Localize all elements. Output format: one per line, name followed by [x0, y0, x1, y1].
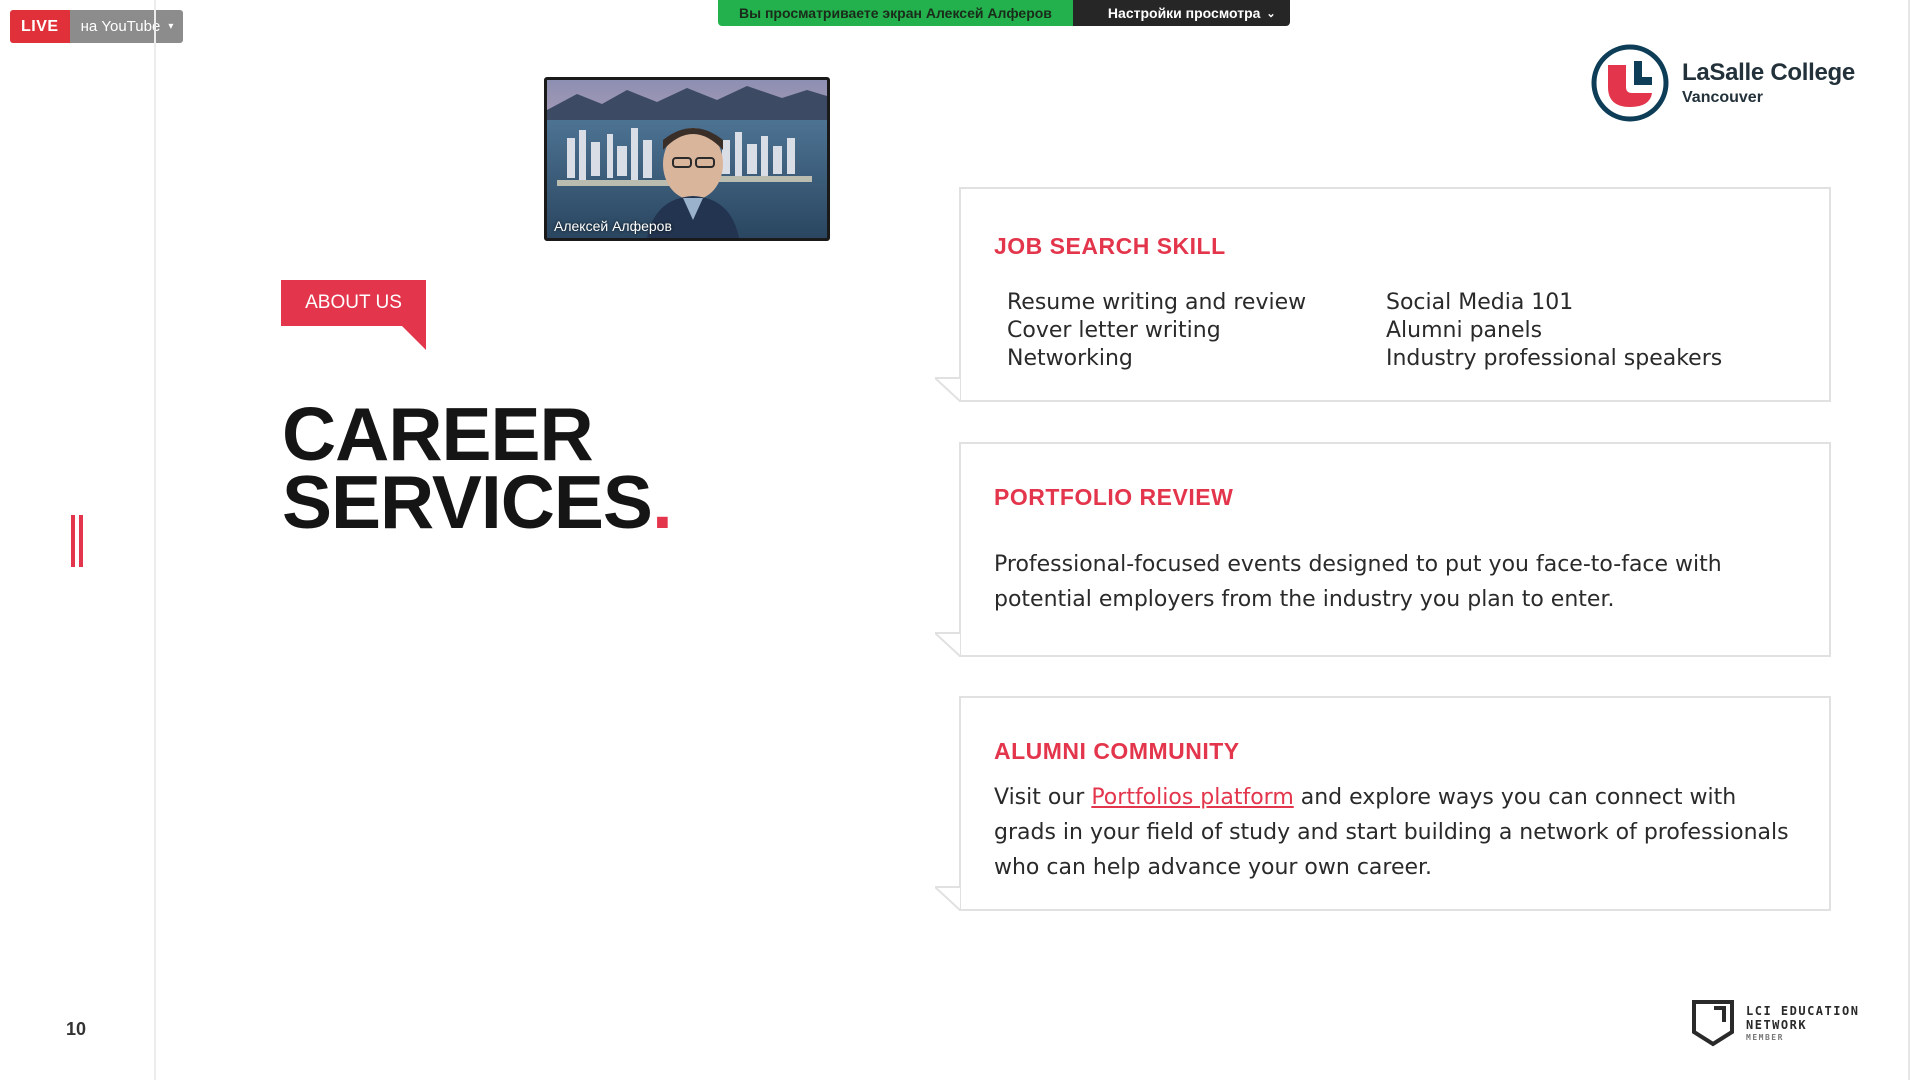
list-item: Social Media 101	[1386, 290, 1574, 315]
logo-text: LaSalle College Vancouver	[1682, 59, 1855, 107]
about-us-tag: ABOUT US	[281, 280, 426, 326]
view-options-label: Настройки просмотра	[1107, 5, 1261, 21]
live-destination-dropdown[interactable]: на YouTube ▾	[69, 10, 184, 43]
list-item: Resume writing and review	[1007, 290, 1307, 315]
job-search-list-right: Social Media 101 Alumni panels Industry …	[1386, 289, 1722, 373]
title-accent-dot: .	[651, 460, 673, 544]
alumni-community-body: Visit our Portfolios platform and explor…	[994, 780, 1804, 885]
card-notch	[935, 632, 961, 657]
job-search-heading: JOB SEARCH SKILL	[994, 233, 1226, 259]
participant-name: Алексей Алферов	[554, 218, 672, 234]
live-stream-badge[interactable]: LIVE на YouTube ▾	[10, 10, 184, 43]
screen-share-bar: Вы просматриваете экран Алексей Алферов …	[718, 0, 1290, 26]
rail-mark	[79, 515, 83, 567]
list-item: Alumni panels	[1386, 318, 1543, 343]
list-item: Networking	[1007, 346, 1133, 371]
slide-left-rail	[154, 0, 156, 1080]
live-destination-label: на YouTube	[80, 18, 161, 35]
title-line-2: SERVICES.	[282, 465, 673, 540]
rail-accent-marks	[71, 515, 85, 567]
title-line-1: CAREER	[282, 392, 594, 476]
live-label: LIVE	[10, 10, 70, 43]
portfolios-platform-link[interactable]: Portfolios platform	[1091, 785, 1293, 810]
alumni-community-heading: ALUMNI COMMUNITY	[994, 738, 1240, 764]
chevron-down-icon: ⌄	[1266, 7, 1276, 20]
screen-share-message: Вы просматриваете экран Алексей Алферов	[718, 0, 1073, 26]
title-line-2-text: SERVICES	[282, 460, 653, 544]
card-notch	[935, 886, 961, 911]
lci-network-badge: LCI EDUCATION NETWORK MEMBER	[1690, 998, 1859, 1048]
college-logo: LaSalle College Vancouver	[1590, 43, 1855, 123]
rail-mark	[71, 515, 75, 567]
list-item: Industry professional speakers	[1386, 346, 1723, 371]
lci-line-3: MEMBER	[1746, 1032, 1784, 1042]
lasalle-logo-icon	[1591, 44, 1669, 122]
lci-line-1: LCI EDUCATION	[1746, 1003, 1860, 1018]
job-search-list-left: Resume writing and review Cover letter w…	[1007, 289, 1306, 373]
job-search-card: JOB SEARCH SKILL Resume writing and revi…	[935, 187, 1831, 402]
alumni-community-card: ALUMNI COMMUNITY Visit our Portfolios pl…	[935, 696, 1831, 911]
logo-title: LaSalle College	[1682, 59, 1855, 86]
portfolio-review-card: PORTFOLIO REVIEW Professional-focused ev…	[935, 442, 1831, 657]
alumni-body-start: Visit our	[994, 785, 1092, 810]
right-scroll-edge	[1908, 0, 1910, 1080]
slide-page-number: 10	[66, 1019, 87, 1039]
logo-subtitle: Vancouver	[1682, 89, 1763, 106]
lci-text: LCI EDUCATION NETWORK MEMBER	[1746, 1004, 1859, 1043]
card-notch	[935, 377, 961, 402]
portfolio-review-body: Professional-focused events designed to …	[994, 552, 1722, 612]
lci-shield-icon	[1692, 1000, 1734, 1047]
chevron-down-icon: ▾	[168, 21, 174, 32]
view-options-button[interactable]: Настройки просмотра ⌄	[1072, 0, 1290, 26]
about-us-tag-tail	[402, 326, 426, 350]
video-feed	[547, 80, 827, 238]
lci-line-2: NETWORK	[1746, 1017, 1808, 1032]
portfolio-review-heading: PORTFOLIO REVIEW	[994, 484, 1234, 510]
list-item: Cover letter writing	[1007, 318, 1221, 343]
slide-title: CAREER SERVICES.	[282, 392, 673, 540]
participant-video-tile[interactable]: Алексей Алферов	[544, 77, 830, 241]
